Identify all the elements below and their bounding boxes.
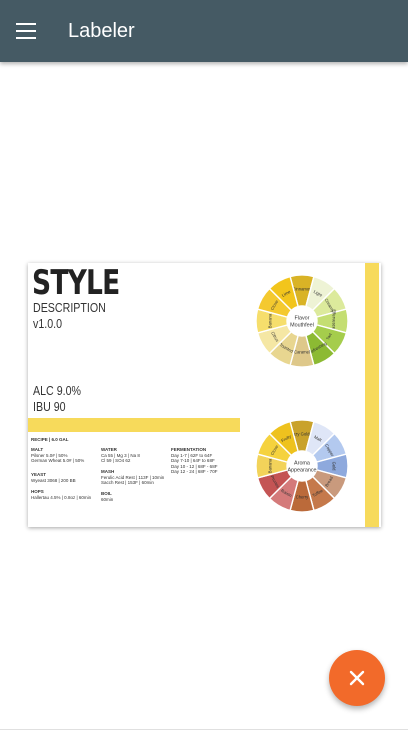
recipe-boil: BOIL 60min: [101, 491, 113, 502]
wheel-segment-label: Gold: [331, 462, 336, 472]
app-title: Labeler: [68, 19, 135, 42]
label-side-stripe: [365, 263, 379, 527]
bottom-divider: [0, 729, 408, 730]
wheel-segment-label: Caramel: [294, 350, 310, 355]
fermentation-line: Day 12 - 24 | 68F - 70F: [171, 469, 218, 475]
recipe-fermentation: FERMENTATION Day 1-7 | 62F to 64F Day 7-…: [171, 447, 217, 475]
recipe-title: RECIPE | 6.0 GAL: [31, 437, 69, 442]
wheel-center-label: Aroma: [294, 460, 310, 466]
close-button[interactable]: [329, 650, 385, 706]
boil-line: 60min: [101, 496, 114, 502]
label-divider-bar: [28, 418, 240, 432]
wheel-segment-label: Cherry: [296, 495, 309, 500]
yeast-line: Wyeast 3068 | 200 BB: [31, 477, 76, 483]
wheel-center-label: Appearance: [287, 467, 316, 473]
label-version: v1.0.0: [33, 316, 63, 331]
wheel-segment-label: Banana: [268, 313, 273, 328]
wheel-segment-label: Banana: [268, 458, 273, 473]
mash-line: Sacch Rest | 153F | 60min: [101, 480, 154, 486]
recipe-yeast: YEAST Wyeast 3068 | 200 BB: [31, 472, 76, 483]
app-bar: Labeler: [0, 0, 408, 62]
wheel-segment-label: Cinnamon: [292, 287, 312, 292]
recipe-water: WATER Ca 55 | Mg 3 | Na 8 Cl 59 | SO4 62: [101, 447, 140, 464]
water-line: Cl 59 | SO4 62: [101, 458, 131, 464]
recipe-mash: MASH Ferulic Acid Rest | 113F | 10min Sa…: [101, 469, 164, 486]
recipe-heading: RECIPE | 6.0 GAL: [31, 437, 69, 443]
label-abv: ALC 9.0%: [33, 383, 82, 398]
flavor-mouthfeel-wheel: Cinnamon LightCreamyEffervescentTartRefre…: [255, 274, 349, 368]
recipe-hops: HOPS Hallertau 4.5% | 0.8oz | 60min: [31, 489, 91, 500]
label-ibu: IBU 90: [33, 399, 66, 414]
beer-label-preview[interactable]: STYLE DESCRIPTION v1.0.0 ALC 9.0% IBU 90…: [28, 263, 381, 527]
fermentation-line: Day 7-10 | 64F to 68F: [171, 458, 215, 464]
recipe-malt: MALT Pilsner 5.0# | 50% German Wheat 5.0…: [31, 447, 84, 464]
label-description: DESCRIPTION: [33, 300, 106, 315]
close-icon: [349, 670, 365, 686]
wheel-center-label: Mouthfeel: [290, 322, 314, 328]
boil-heading: BOIL: [101, 491, 112, 496]
hops-line: Hallertau 4.5% | 0.8oz | 60min: [31, 494, 92, 500]
menu-icon[interactable]: [16, 23, 36, 39]
label-style: STYLE: [32, 263, 120, 303]
malt-line: German Wheat 5.0# | 50%: [31, 458, 85, 464]
wheel-center-label: Flavor: [295, 315, 310, 321]
aroma-appearance-wheel: Hazy GoldenMaltCopperGoldBreadToffeeCher…: [255, 419, 349, 513]
